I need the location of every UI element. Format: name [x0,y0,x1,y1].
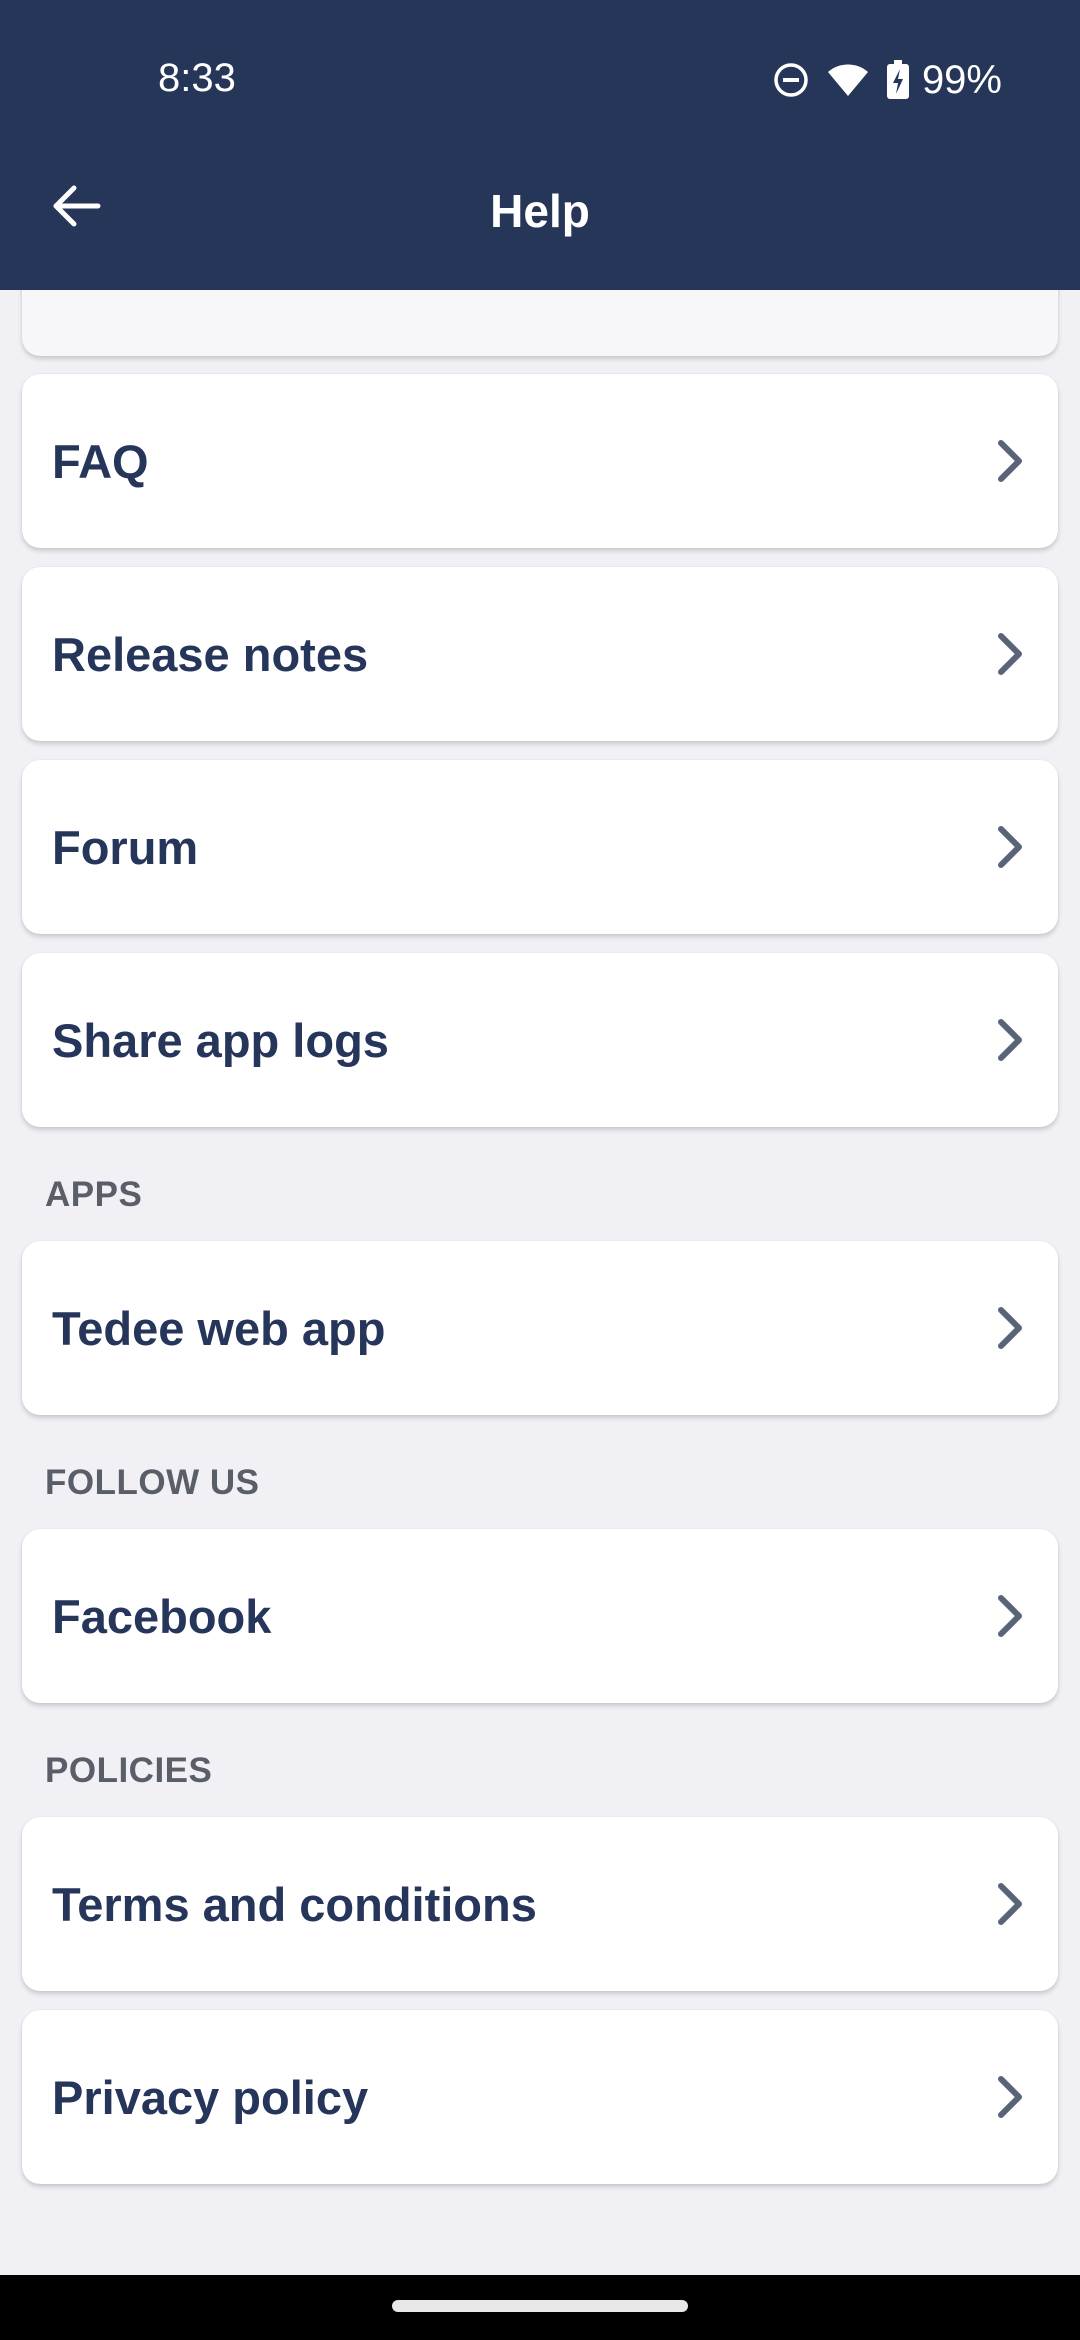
chevron-right-icon [990,819,1030,875]
forum-label: Forum [52,820,199,874]
help-list[interactable]: FAQ Release notes Forum Share app logs A… [0,0,1080,2275]
privacy-policy-label: Privacy policy [52,2070,369,2124]
chevron-right-icon [990,1588,1030,1644]
tedee-web-app-label: Tedee web app [52,1301,386,1355]
terms-and-conditions-label: Terms and conditions [52,1877,537,1931]
do-not-disturb-icon [772,61,810,99]
chevron-right-icon [990,1012,1030,1068]
chevron-right-icon [990,1300,1030,1356]
facebook-item[interactable]: Facebook [22,1529,1058,1703]
facebook-label: Facebook [52,1589,272,1643]
chevron-right-icon [990,433,1030,489]
battery-charging-icon [886,60,910,100]
tedee-web-app-item[interactable]: Tedee web app [22,1241,1058,1415]
status-icons: 99% [772,56,1002,104]
faq-label: FAQ [52,434,149,488]
terms-and-conditions-item[interactable]: Terms and conditions [22,1817,1058,1991]
release-notes-label: Release notes [52,627,369,681]
forum-item[interactable]: Forum [22,760,1058,934]
share-app-logs-item[interactable]: Share app logs [22,953,1058,1127]
battery-percentage: 99% [921,57,1002,102]
privacy-policy-item[interactable]: Privacy policy [22,2010,1058,2184]
chevron-right-icon [990,2069,1030,2125]
wifi-icon [826,62,870,98]
chevron-right-icon [990,1876,1030,1932]
home-gesture-handle[interactable] [392,2300,688,2312]
section-title-apps: APPS [45,1175,143,1214]
release-notes-item[interactable]: Release notes [22,567,1058,741]
share-app-logs-label: Share app logs [52,1013,389,1067]
section-title-policies: POLICIES [45,1751,213,1790]
section-title-follow-us: FOLLOW US [45,1463,260,1502]
chevron-right-icon [990,626,1030,682]
faq-item[interactable]: FAQ [22,374,1058,548]
page-title: Help [490,185,590,237]
help-screen: FAQ Release notes Forum Share app logs A… [0,0,1080,2340]
app-header: 8:33 99% Help [0,0,1080,290]
status-time: 8:33 [158,56,236,100]
